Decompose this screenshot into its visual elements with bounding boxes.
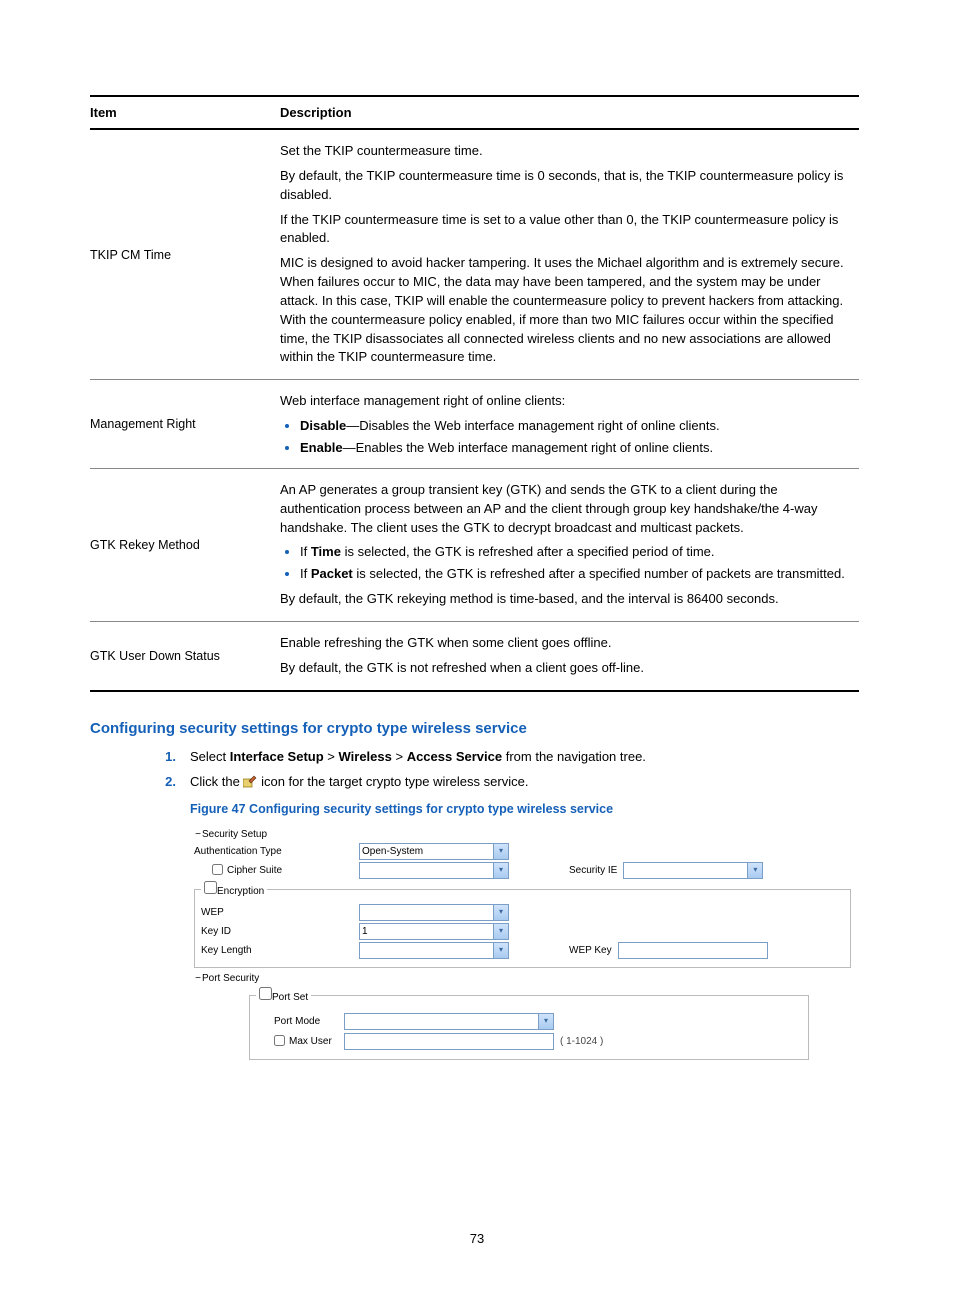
port-set-fieldset: Port Set Port Mode ▾ Max User ( 1-1024 ) <box>249 987 809 1060</box>
security-setup-form: −Security Setup Authentication Type Open… <box>190 822 855 1084</box>
table-row: GTK User Down Status Enable refreshing t… <box>90 621 859 690</box>
chevron-down-icon: ▾ <box>538 1014 553 1029</box>
procedure-steps: 1. Select Interface Setup > Wireless > A… <box>160 747 859 792</box>
chevron-down-icon: ▾ <box>493 863 508 878</box>
row-desc: Web interface management right of online… <box>280 380 859 469</box>
port-set-checkbox[interactable] <box>259 987 272 1000</box>
figure-caption: Figure 47 Configuring security settings … <box>190 802 859 816</box>
max-user-checkbox[interactable] <box>274 1035 285 1046</box>
wep-label: WEP <box>201 906 359 919</box>
step-2: 2. Click the icon for the target crypto … <box>160 772 859 792</box>
security-ie-label: Security IE <box>569 864 617 877</box>
security-ie-select[interactable]: ▾ <box>623 862 763 879</box>
port-mode-label: Port Mode <box>256 1015 344 1028</box>
security-setup-section: −Security Setup <box>194 828 851 841</box>
cipher-suite-checkbox[interactable] <box>212 864 223 875</box>
chevron-down-icon: ▾ <box>493 924 508 939</box>
chevron-down-icon: ▾ <box>747 863 762 878</box>
table-row: GTK Rekey Method An AP generates a group… <box>90 468 859 621</box>
th-item: Item <box>90 96 280 129</box>
edit-icon <box>243 774 257 788</box>
key-length-select[interactable]: ▾ <box>359 942 509 959</box>
wep-key-input[interactable] <box>618 942 768 959</box>
section-heading: Configuring security settings for crypto… <box>90 720 859 737</box>
chevron-down-icon: ▾ <box>493 905 508 920</box>
port-mode-select[interactable]: ▾ <box>344 1013 554 1030</box>
key-id-select[interactable]: 1▾ <box>359 923 509 940</box>
row-item: GTK Rekey Method <box>90 468 280 621</box>
encryption-checkbox[interactable] <box>204 881 217 894</box>
th-desc: Description <box>280 96 859 129</box>
row-desc: An AP generates a group transient key (G… <box>280 468 859 621</box>
page-number: 73 <box>0 1231 954 1246</box>
chevron-down-icon: ▾ <box>493 844 508 859</box>
chevron-down-icon: ▾ <box>493 943 508 958</box>
key-length-label: Key Length <box>201 944 359 957</box>
cipher-suite-label: Cipher Suite <box>194 864 359 877</box>
row-desc: Enable refreshing the GTK when some clie… <box>280 621 859 690</box>
row-item: TKIP CM Time <box>90 129 280 380</box>
max-user-label: Max User <box>256 1035 344 1048</box>
max-user-input[interactable] <box>344 1033 554 1050</box>
wep-select[interactable]: ▾ <box>359 904 509 921</box>
row-desc: Set the TKIP countermeasure time. By def… <box>280 129 859 380</box>
wep-key-label: WEP Key <box>569 944 612 957</box>
row-item: GTK User Down Status <box>90 621 280 690</box>
table-row: Management Right Web interface managemen… <box>90 380 859 469</box>
row-item: Management Right <box>90 380 280 469</box>
max-user-hint: ( 1-1024 ) <box>560 1035 603 1048</box>
port-security-section: −Port Security <box>194 972 851 985</box>
step-1: 1. Select Interface Setup > Wireless > A… <box>160 747 859 767</box>
cipher-suite-select[interactable]: ▾ <box>359 862 509 879</box>
item-description-table: Item Description TKIP CM Time Set the TK… <box>90 95 859 692</box>
encryption-fieldset: Encryption WEP ▾ Key ID 1▾ Key Length ▾ … <box>194 881 851 968</box>
key-id-label: Key ID <box>201 925 359 938</box>
auth-type-select[interactable]: Open-System▾ <box>359 843 509 860</box>
auth-type-label: Authentication Type <box>194 845 359 858</box>
table-row: TKIP CM Time Set the TKIP countermeasure… <box>90 129 859 380</box>
